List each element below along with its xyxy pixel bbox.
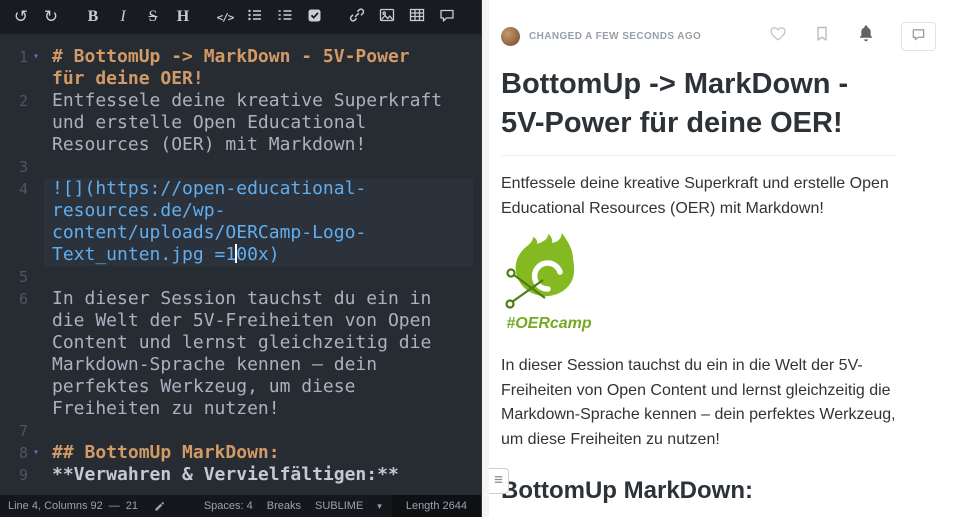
rendered-markdown: BottomUp -> MarkDown - 5V-Power für dein…	[489, 51, 960, 506]
bookmark-icon	[813, 25, 831, 48]
document-length: Length 2644	[392, 495, 481, 517]
line-number: 1	[0, 46, 28, 90]
link-icon	[349, 7, 365, 27]
like-button[interactable]	[769, 25, 787, 48]
speech-bubble-icon	[439, 7, 455, 27]
code-text[interactable]: Entfessele deine kreative Superkraft und…	[44, 90, 473, 156]
editor-line-active[interactable]: 4 ![](https://open-educational-resources…	[0, 178, 481, 266]
hamburger-icon	[493, 472, 504, 490]
line-number: 5	[0, 266, 28, 288]
line-gutter: 7	[0, 420, 44, 442]
line-gutter: 9	[0, 464, 44, 486]
italic-button[interactable]: I	[114, 8, 132, 26]
line-gutter: 2	[0, 90, 44, 156]
task-list-button[interactable]	[306, 8, 324, 26]
editor-line[interactable]: 9 **Verwahren & Vervielfältigen:**	[0, 464, 481, 486]
code-text[interactable]: # BottomUp -> MarkDown - 5V-Power für de…	[44, 46, 473, 90]
line-gutter: 1▾	[0, 46, 44, 90]
code-text[interactable]: ![](https://open-educational-resources.d…	[44, 178, 473, 266]
line-number: 9	[0, 464, 28, 486]
strikethrough-button[interactable]: S	[144, 8, 162, 26]
editor-line[interactable]: 8▾ ## BottomUp MarkDown:	[0, 442, 481, 464]
insert-image-button[interactable]	[378, 8, 396, 26]
code-text[interactable]	[44, 266, 473, 288]
editor-line[interactable]: 6 In dieser Session tauchst du ein in di…	[0, 288, 481, 420]
code-text[interactable]	[44, 156, 473, 178]
preview-header: CHANGED A FEW SECONDS AGO	[489, 0, 960, 51]
list-ol-icon	[277, 7, 293, 27]
editor-line[interactable]: 5	[0, 266, 481, 288]
table-icon	[409, 7, 425, 27]
preview-heading2: BottomUp MarkDown:	[501, 476, 896, 506]
notifications-button[interactable]	[857, 25, 875, 48]
caret-down-icon[interactable]: ▾	[377, 501, 382, 512]
last-changed-label[interactable]: CHANGED A FEW SECONDS AGO	[529, 31, 701, 42]
unordered-list-button[interactable]	[246, 8, 264, 26]
ordered-list-button[interactable]	[276, 8, 294, 26]
keymap-setting[interactable]: SUBLIME	[315, 500, 363, 512]
spaces-setting[interactable]: Spaces: 4	[204, 500, 253, 512]
line-number: 2	[0, 90, 28, 156]
heading-button[interactable]: H	[174, 8, 192, 26]
code-button[interactable]: </>	[216, 8, 234, 26]
line-number: 6	[0, 288, 28, 420]
fold-chevron-icon[interactable]: ▾	[28, 442, 44, 464]
editor-line[interactable]: 2 Entfessele deine kreative Superkraft u…	[0, 90, 481, 156]
oercamp-logo-image: #OERcamp	[501, 229, 597, 333]
redo-button[interactable]: ↻	[42, 8, 60, 26]
linebreaks-setting[interactable]: Breaks	[267, 500, 301, 512]
avatar[interactable]	[501, 27, 520, 46]
pencil-icon[interactable]	[154, 501, 165, 512]
statusbar-separator: —	[109, 500, 120, 512]
comment-bubble-icon	[911, 27, 926, 47]
image-icon	[379, 7, 395, 27]
editor-statusbar: Line 4, Columns 92 — 21 Spaces: 4 Breaks…	[0, 495, 481, 517]
comment-button[interactable]	[438, 8, 456, 26]
line-number: 4	[0, 178, 28, 266]
line-gutter: 4	[0, 178, 44, 266]
code-text[interactable]: In dieser Session tauchst du ein in die …	[44, 288, 473, 420]
bell-icon	[857, 25, 875, 48]
preview-paragraph: In dieser Session tauchst du ein in die …	[501, 354, 896, 452]
editor-line[interactable]: 7	[0, 420, 481, 442]
fold-chevron-icon[interactable]: ▾	[28, 46, 44, 90]
pane-divider[interactable]	[481, 0, 489, 517]
check-square-icon	[307, 7, 323, 27]
line-gutter: 6	[0, 288, 44, 420]
code-text-after-cursor: 00x)	[236, 244, 279, 265]
editor-line[interactable]: 1▾ # BottomUp -> MarkDown - 5V-Power für…	[0, 46, 481, 90]
cursor-position: Line 4, Columns 92	[8, 500, 103, 512]
line-number: 8	[0, 442, 28, 464]
toc-toggle-button[interactable]	[489, 468, 509, 494]
oercamp-logo: #OERcamp	[501, 229, 896, 338]
heart-icon	[769, 25, 787, 48]
line-number: 3	[0, 156, 28, 178]
code-text[interactable]: **Verwahren & Vervielfältigen:**	[44, 464, 473, 486]
insert-link-button[interactable]	[348, 8, 366, 26]
open-comments-button[interactable]	[901, 22, 936, 51]
code-text[interactable]	[44, 420, 473, 442]
code-editor[interactable]: 1▾ # BottomUp -> MarkDown - 5V-Power für…	[0, 34, 481, 495]
line-number: 7	[0, 420, 28, 442]
hackmd-split-view: ↺ ↻ B I S H </> 1▾ # BottomUp -> MarkDow…	[0, 0, 960, 517]
line-gutter: 8▾	[0, 442, 44, 464]
list-ul-icon	[247, 7, 263, 27]
preview-paragraph: Entfessele deine kreative Superkraft und…	[501, 172, 896, 221]
undo-button[interactable]: ↺	[12, 8, 30, 26]
editor-toolbar: ↺ ↻ B I S H </>	[0, 0, 481, 34]
preview-pane: CHANGED A FEW SECONDS AGO BottomUp -> Ma…	[489, 0, 960, 517]
line-gutter: 3	[0, 156, 44, 178]
line-gutter: 5	[0, 266, 44, 288]
logo-caption: #OERcamp	[506, 315, 592, 332]
bookmark-button[interactable]	[813, 25, 831, 48]
bold-button[interactable]: B	[84, 8, 102, 26]
code-text-before-cursor: ![](https://open-educational-resources.d…	[52, 178, 366, 265]
preview-heading1: BottomUp -> MarkDown - 5V-Power für dein…	[501, 65, 896, 156]
code-text[interactable]: ## BottomUp MarkDown:	[44, 442, 473, 464]
selection-count: 21	[126, 500, 138, 512]
insert-table-button[interactable]	[408, 8, 426, 26]
editor-pane: ↺ ↻ B I S H </> 1▾ # BottomUp -> MarkDow…	[0, 0, 481, 517]
editor-line[interactable]: 3	[0, 156, 481, 178]
